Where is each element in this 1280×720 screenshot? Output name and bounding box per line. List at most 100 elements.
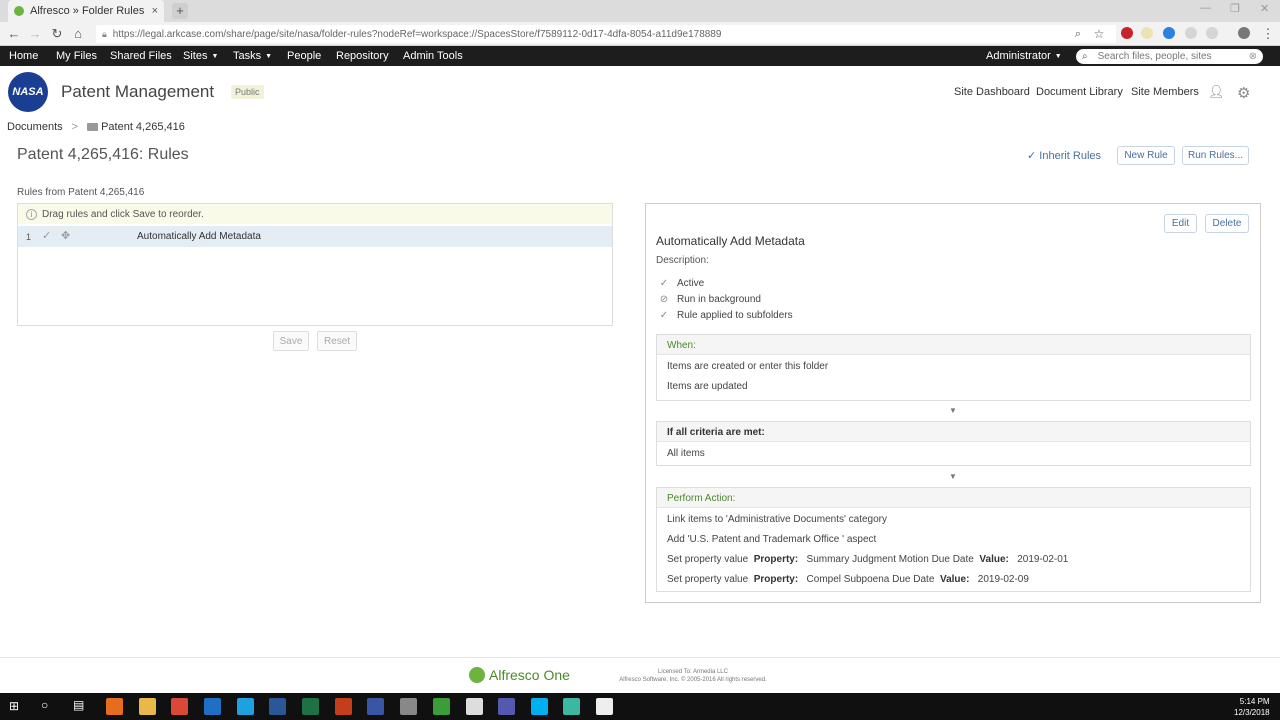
inherit-rules-label: Inherit Rules [1039,150,1102,162]
inherit-rules-toggle[interactable]: ✓ Inherit Rules [1027,149,1101,162]
property-value: 2019-02-01 [1017,554,1069,565]
action-item: Link items to 'Administrative Documents'… [667,514,888,525]
rule-index: 1 [26,232,32,242]
outlook-icon[interactable] [204,698,221,715]
page-title: Patent 4,265,416: Rules [17,146,189,163]
criteria-header: If all criteria are met: [657,422,1250,442]
breadcrumb-folder[interactable]: Patent 4,265,416 [101,121,185,133]
action-prefix: Set property value [667,574,749,585]
alfresco-favicon-icon [14,6,24,16]
firefox-icon[interactable] [106,698,123,715]
new-tab-button[interactable]: + [172,3,188,19]
home-icon[interactable]: ⌂ [70,26,86,42]
restore-icon[interactable]: ❐ [1230,2,1240,15]
window-close-icon[interactable]: ✕ [1260,2,1269,15]
search-input[interactable]: ⌕ Search files, people, sites ⊗ [1076,49,1263,64]
site-nav-dashboard[interactable]: Site Dashboard [954,86,1030,98]
nav-my-files[interactable]: My Files [56,50,97,62]
excel-icon[interactable] [302,698,319,715]
app-icon[interactable] [563,698,580,715]
rule-detail-title: Automatically Add Metadata [656,234,805,248]
app-navigation-bar: Home My Files Shared Files Sites ▼ Tasks ▼… [0,46,1280,66]
browser-tab-title: Alfresco » Folder Rules [30,5,145,17]
save-button[interactable]: Save [273,331,309,351]
address-bar[interactable]: 🔒︎ https://legal.arkcase.com/share/page/… [96,25,1116,43]
minimize-icon[interactable]: — [1200,2,1211,14]
info-icon: i [26,208,37,220]
search-placeholder: Search files, people, sites [1097,51,1212,62]
extension-icon[interactable] [1206,27,1218,39]
delete-button[interactable]: Delete [1205,214,1249,233]
edit-button[interactable]: Edit [1164,214,1197,233]
windows-start-icon[interactable]: ⊞ [9,699,19,713]
alfresco-brand: Alfresco One [489,667,570,683]
property-label: Property: [753,554,799,565]
drag-handle-icon[interactable]: ✥ [61,229,70,242]
site-nav-document-library[interactable]: Document Library [1036,86,1123,98]
back-icon[interactable]: ← [6,26,22,42]
new-rule-button[interactable]: New Rule [1117,146,1175,165]
nav-admin-tools[interactable]: Admin Tools [403,50,463,62]
visio-icon[interactable] [367,698,384,715]
criteria-section: If all criteria are met: All items [656,421,1251,466]
cortana-search-icon[interactable]: ○ [41,698,48,712]
rules-list: i Drag rules and click Save to reorder. … [17,203,613,326]
skype-business-icon[interactable] [531,698,548,715]
rule-property-active: ✓ Active [658,278,704,289]
browser-menu-icon[interactable]: ⋮ [1260,26,1276,42]
nav-shared-files[interactable]: Shared Files [110,50,172,62]
gear-icon[interactable]: ⚙ [1237,84,1250,102]
user-menu[interactable]: Administrator ▼ [986,50,1062,62]
powerpoint-icon[interactable] [335,698,352,715]
camtasia-recorder-icon[interactable] [596,698,613,715]
when-item: Items are created or enter this folder [667,361,829,372]
system-clock[interactable]: 5:14 PM 12/3/2018 [1234,696,1270,718]
chevron-down-icon: ▼ [211,52,219,60]
zoom-icon[interactable]: ⌕ [1070,26,1086,42]
user-icon[interactable]: 👤︎ [1208,85,1225,99]
action-section: Perform Action: Link items to 'Administr… [656,487,1251,592]
rule-row[interactable]: 1 ✓ ✥ Automatically Add Metadata [18,226,612,247]
close-tab-icon[interactable]: × [152,5,158,17]
run-rules-button[interactable]: Run Rules... [1182,146,1249,165]
rule-property-label: Active [677,278,705,289]
action-header: Perform Action: [657,488,1250,508]
browser-toolbar: ← → ↻ ⌂ 🔒︎ https://legal.arkcase.com/sha… [0,22,1280,46]
action-property-row: Set property value Property: Summary Jud… [657,550,1250,570]
browser-tab[interactable]: Alfresco » Folder Rules × [8,0,164,22]
description-label: Description: [656,255,709,266]
clear-search-icon[interactable]: ⊗ [1249,51,1257,62]
chrome-icon[interactable] [171,698,188,715]
site-title[interactable]: Patent Management [61,82,214,102]
file-explorer-icon[interactable] [139,698,156,715]
app-icon[interactable] [466,698,483,715]
extension-icon[interactable] [1185,27,1197,39]
camtasia-icon[interactable] [433,698,450,715]
task-view-icon[interactable]: ▤ [73,698,84,712]
clock-time: 5:14 PM [1239,697,1270,706]
reorder-hint: i Drag rules and click Save to reorder. [18,204,612,224]
nav-people[interactable]: People [287,50,321,62]
word-icon[interactable] [269,698,286,715]
app-icon[interactable] [400,698,417,715]
nav-sites[interactable]: Sites ▼ [183,50,218,62]
teams-icon[interactable] [498,698,515,715]
check-icon: ✓ [659,278,669,289]
dropbox-extension-icon[interactable] [1163,27,1175,39]
criteria-item: All items [667,448,705,459]
alfresco-logo: Alfresco One [469,667,570,683]
bookmark-star-icon[interactable]: ☆ [1091,26,1107,42]
site-nav-members[interactable]: Site Members [1131,86,1199,98]
forward-icon[interactable]: → [27,26,43,42]
nav-repository[interactable]: Repository [336,50,389,62]
skype-icon[interactable] [237,698,254,715]
nav-tasks[interactable]: Tasks ▼ [233,50,272,62]
profile-avatar-icon[interactable] [1238,27,1250,39]
reset-button[interactable]: Reset [317,331,357,351]
pinterest-extension-icon[interactable] [1121,27,1133,39]
breadcrumb-documents[interactable]: Documents [7,121,63,133]
nav-home[interactable]: Home [9,50,38,62]
property-name: Summary Judgment Motion Due Date [806,554,974,565]
reload-icon[interactable]: ↻ [49,26,65,42]
extension-icon[interactable] [1141,27,1153,39]
